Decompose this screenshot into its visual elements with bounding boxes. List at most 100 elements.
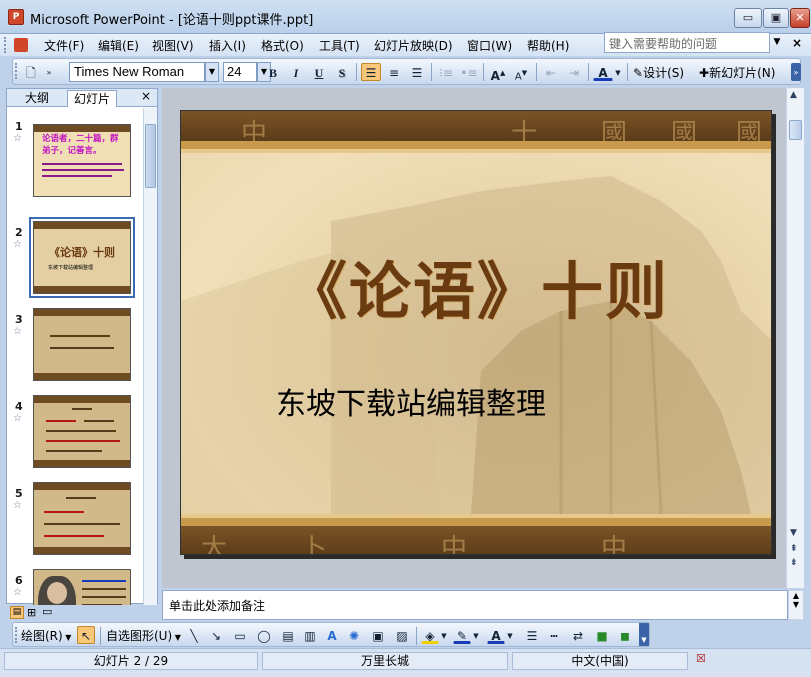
slideshow-view-icon[interactable]: ▭ (42, 605, 52, 618)
document-icon[interactable] (14, 38, 28, 52)
slide-sorter-icon[interactable]: ⊞ (27, 606, 36, 619)
decrease-font-icon[interactable]: A▼ (511, 63, 531, 82)
menu-slideshow[interactable]: 幻灯片放映(D) (370, 37, 457, 54)
line-tool-icon[interactable]: ╲ (185, 626, 203, 644)
textbox-tool-icon[interactable]: ▤ (279, 626, 297, 644)
select-pointer-icon[interactable]: ↖ (77, 626, 95, 644)
toolbar-options-icon[interactable]: » (43, 63, 55, 81)
chevron-down-icon[interactable]: ▼ (439, 626, 449, 644)
chevron-down-icon[interactable]: ▼ (505, 626, 515, 644)
slide-scrollbar[interactable]: ▲ ▼ ⇞ ⇟ (786, 88, 804, 588)
picture-icon[interactable]: ▨ (393, 626, 411, 644)
slide-thumbnail-1[interactable]: 论语者，二十篇，群弟子，记善言。 (33, 124, 131, 197)
spelling-check-icon[interactable]: ☒ (696, 652, 706, 665)
pane-close-button[interactable]: × (141, 89, 151, 103)
powerpoint-app-icon[interactable]: P (8, 9, 24, 25)
toolbar-grip[interactable] (15, 63, 18, 79)
arrow-tool-icon[interactable]: ↘ (207, 626, 225, 644)
decrease-indent-icon[interactable]: ⇤ (541, 63, 561, 81)
toolbar-separator (431, 63, 432, 81)
thumbnail-title: 论语者，二十篇，群弟子，记善言。 (42, 134, 119, 156)
pane-scrollbar[interactable] (143, 108, 157, 605)
bulleted-list-icon[interactable]: •≡ (459, 63, 479, 81)
font-size-field[interactable]: 24 (223, 62, 257, 82)
italic-button[interactable]: I (286, 63, 306, 81)
numbered-list-icon[interactable]: ⁝≡ (436, 63, 456, 81)
line-style-icon[interactable]: ☰ (523, 626, 541, 644)
rectangle-tool-icon[interactable]: ▭ (231, 626, 249, 644)
clipart-icon[interactable]: ▣ (369, 626, 387, 644)
slide-thumbnail-6[interactable] (33, 569, 131, 605)
slide-thumbnail-2[interactable]: 《论语》十则 东坡下载站编辑整理 (29, 217, 135, 298)
next-slide-icon[interactable]: ⇟ (790, 558, 798, 568)
scroll-up-icon[interactable]: ▲ (790, 90, 797, 100)
slide-thumbnail-3[interactable] (33, 308, 131, 381)
transition-star-icon: ☆ (13, 239, 22, 250)
slide-thumbnail-5[interactable] (33, 482, 131, 555)
tab-slides[interactable]: 幻灯片 (67, 90, 118, 107)
toolbar-grip[interactable] (15, 627, 18, 643)
menu-grip[interactable] (4, 37, 7, 53)
dash-style-icon[interactable]: ┅ (545, 626, 563, 644)
chevron-down-icon[interactable]: ▼ (471, 626, 481, 644)
previous-slide-icon[interactable]: ⇞ (790, 544, 798, 554)
menu-file[interactable]: 文件(F) (40, 37, 88, 54)
toolbar-options-icon[interactable]: ▼ (639, 623, 649, 646)
align-right-icon[interactable]: ☰ (407, 63, 427, 81)
underline-button[interactable]: U (309, 63, 329, 81)
shadow-button[interactable]: S (332, 63, 352, 81)
help-search-input[interactable]: 键入需要帮助的问题 (604, 32, 770, 53)
menu-insert[interactable]: 插入(I) (205, 37, 250, 54)
bold-button[interactable]: B (263, 63, 283, 81)
scroll-down-icon[interactable]: ▼ (790, 528, 797, 538)
menu-view[interactable]: 视图(V) (148, 37, 198, 54)
pane-scroll-thumb[interactable] (145, 124, 156, 188)
autoshapes-button[interactable]: 自选图形(U) ▼ (106, 627, 181, 644)
menu-format[interactable]: 格式(O) (257, 37, 308, 54)
tab-outline[interactable]: 大纲 (19, 90, 55, 107)
document-close-button[interactable]: × (792, 36, 802, 50)
slide-thumbnail-4[interactable] (33, 395, 131, 468)
vertical-textbox-icon[interactable]: ▥ (301, 626, 319, 644)
design-button[interactable]: ✎设计(S) (633, 64, 684, 81)
scroll-up-icon[interactable]: ▲ (789, 591, 803, 600)
close-button[interactable]: ✕ (790, 8, 810, 28)
align-center-icon[interactable]: ≡ (384, 63, 404, 81)
toolbar-separator (627, 63, 628, 81)
minimize-button[interactable]: ▭ (734, 8, 762, 28)
chevron-down-icon[interactable]: ▼ (205, 62, 219, 82)
font-name-field[interactable]: Times New Roman (69, 62, 205, 82)
menu-edit[interactable]: 编辑(E) (94, 37, 143, 54)
fill-color-icon[interactable]: ◈ (421, 626, 439, 644)
wordart-icon[interactable]: A (323, 626, 341, 644)
scroll-down-icon[interactable]: ▼ (789, 600, 803, 609)
notes-field[interactable]: 单击此处添加备注 (162, 590, 788, 620)
slide-subtitle[interactable]: 东坡下载站编辑整理 (276, 379, 546, 423)
align-left-icon[interactable]: ☰ (361, 63, 381, 81)
menu-help[interactable]: 帮助(H) (523, 37, 573, 54)
toolbar-options-icon[interactable]: » (791, 63, 801, 81)
maximize-button[interactable]: ▣ (763, 8, 789, 28)
font-color-icon[interactable]: A (487, 626, 505, 644)
menu-window[interactable]: 窗口(W) (463, 37, 516, 54)
line-color-icon[interactable]: ✎ (453, 626, 471, 644)
current-slide[interactable]: 中 十 國 國 國 《论语》十则 东坡下载站编辑整理 大 卜 中 中 (180, 110, 772, 555)
arrow-style-icon[interactable]: ⇄ (569, 626, 587, 644)
slide-title[interactable]: 《论语》十则 (181, 241, 771, 331)
scroll-thumb[interactable] (789, 120, 802, 140)
oval-tool-icon[interactable]: ◯ (255, 626, 273, 644)
chevron-down-icon[interactable]: ▼ (770, 32, 784, 53)
increase-indent-icon[interactable]: ⇥ (564, 63, 584, 81)
draw-menu-button[interactable]: 绘图(R) ▼ (21, 627, 71, 644)
diagram-icon[interactable]: ✺ (345, 626, 363, 644)
notes-scrollbar[interactable]: ▲ ▼ (788, 590, 804, 620)
normal-view-icon[interactable]: ▤ (10, 606, 24, 619)
increase-font-icon[interactable]: A▲ (488, 63, 508, 83)
font-color-icon[interactable]: A (593, 63, 613, 81)
new-document-icon[interactable]: 🗋 (21, 63, 41, 81)
chevron-down-icon[interactable]: ▼ (613, 63, 623, 81)
new-slide-button[interactable]: ✚新幻灯片(N) (699, 64, 775, 81)
3d-style-icon[interactable]: ◼ (616, 626, 634, 644)
menu-tools[interactable]: 工具(T) (315, 37, 364, 54)
shadow-style-icon[interactable]: ■ (593, 626, 611, 644)
